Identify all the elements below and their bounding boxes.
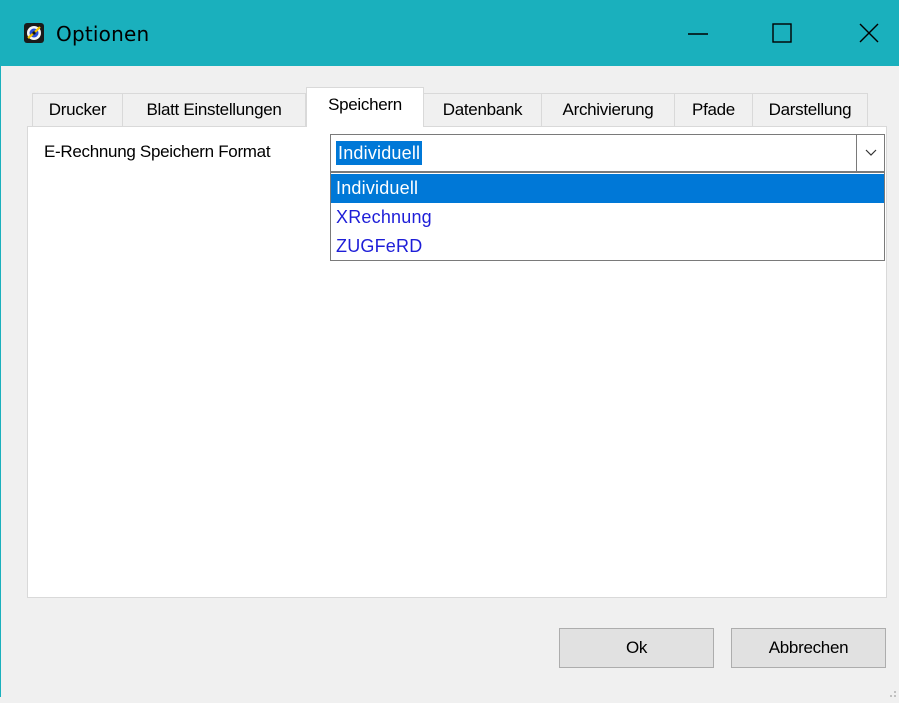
tab-archivierung[interactable]: Archivierung (541, 93, 675, 126)
chevron-down-icon (865, 149, 877, 156)
title-bar[interactable]: Optionen (0, 0, 899, 66)
window-title: Optionen (56, 22, 150, 46)
minimize-icon (688, 33, 708, 35)
close-button[interactable] (838, 0, 898, 66)
window-border (0, 66, 1, 697)
tab-pfade[interactable]: Pfade (674, 93, 753, 126)
combobox-dropdown-button[interactable] (856, 135, 884, 171)
tab-blatt-einstellungen[interactable]: Blatt Einstellungen (122, 93, 306, 126)
tab-datenbank[interactable]: Datenbank (423, 93, 542, 126)
tab-speichern[interactable]: Speichern (306, 87, 424, 127)
maximize-button[interactable] (753, 0, 813, 66)
format-label: E-Rechnung Speichern Format (44, 142, 271, 161)
option-xrechnung[interactable]: XRechnung (331, 203, 884, 232)
minimize-button[interactable] (668, 0, 728, 66)
format-combobox[interactable]: Individuell (330, 134, 885, 172)
tab-drucker[interactable]: Drucker (32, 93, 123, 126)
ok-button[interactable]: Ok (559, 628, 714, 668)
option-zugferd[interactable]: ZUGFeRD (331, 232, 884, 261)
format-dropdown-list: Individuell XRechnung ZUGFeRD (330, 172, 885, 261)
format-combobox-value: Individuell (336, 141, 423, 165)
option-individuell[interactable]: Individuell (331, 174, 884, 203)
tab-darstellung[interactable]: Darstellung (752, 93, 868, 126)
close-icon (859, 23, 879, 43)
maximize-icon (772, 23, 792, 43)
cancel-button[interactable]: Abbrechen (731, 628, 886, 668)
app-icon (23, 22, 45, 44)
resize-grip-icon[interactable] (887, 685, 897, 697)
options-window: Optionen Drucker Blatt Einstellungen Spe… (0, 0, 899, 697)
